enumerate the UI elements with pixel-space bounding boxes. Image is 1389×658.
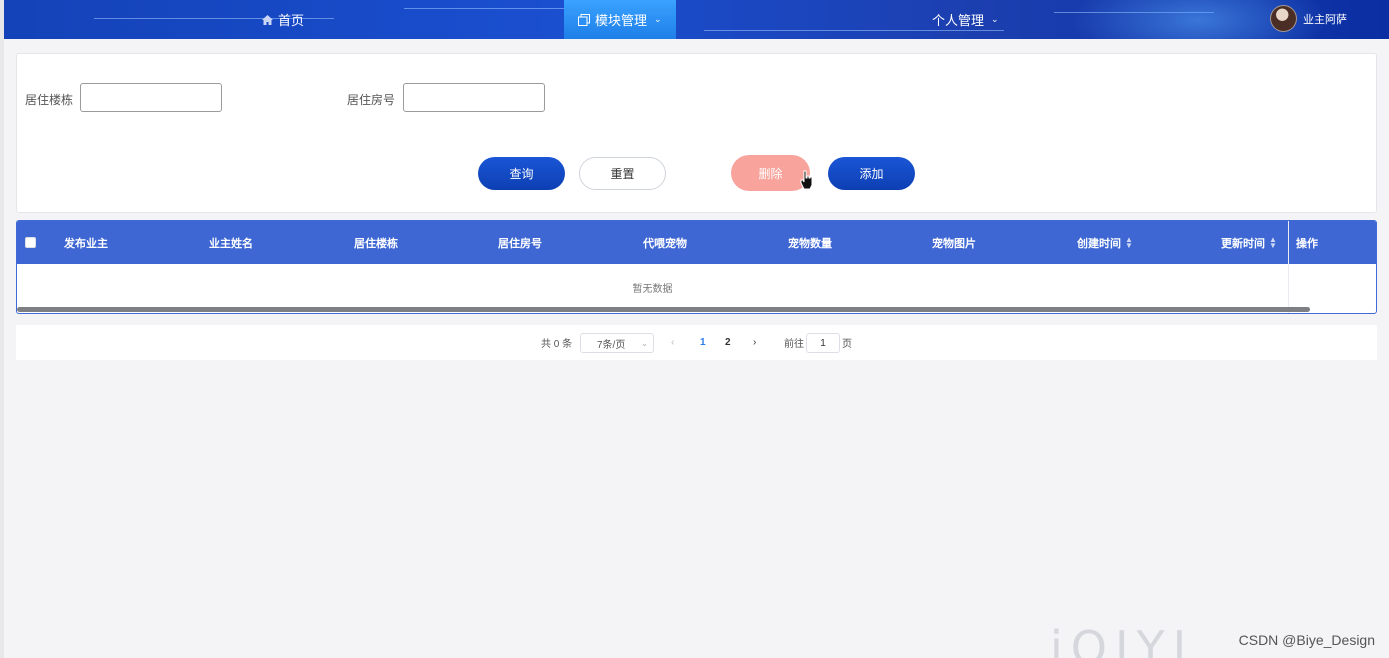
user-name: 业主阿萨 — [1303, 13, 1347, 26]
horizontal-scrollbar[interactable] — [17, 307, 1310, 312]
data-table: 发布业主 业主姓名 居住楼栋 居住房号 代喂宠物 宠物数量 宠物图片 创建时间 … — [16, 220, 1377, 314]
next-page-icon[interactable]: › — [753, 325, 756, 360]
total-count: 共 0 条 — [541, 339, 573, 350]
query-button[interactable]: 查询 — [478, 157, 565, 190]
page-number-1[interactable]: 1 — [700, 325, 706, 360]
room-input[interactable] — [403, 83, 545, 112]
chevron-down-icon: ⌄ — [654, 14, 662, 24]
delete-button[interactable]: 删除 — [731, 155, 810, 191]
table-header: 发布业主 业主姓名 居住楼栋 居住房号 代喂宠物 宠物数量 宠物图片 创建时间 … — [17, 221, 1376, 264]
nav-personal-label: 个人管理 — [932, 13, 985, 28]
home-icon — [262, 14, 273, 25]
col-updated-time[interactable]: 更新时间 ▲ ▼ — [1221, 221, 1277, 264]
col-room: 居住房号 — [498, 237, 542, 250]
nav-home[interactable]: 首页 — [262, 0, 304, 39]
nav-modules-label: 模块管理 — [595, 13, 648, 28]
select-all-checkbox[interactable] — [25, 221, 36, 264]
col-pet-feeding: 代喂宠物 — [643, 237, 687, 250]
col-publisher: 发布业主 — [64, 237, 108, 250]
chevron-down-icon: ⌄ — [991, 14, 999, 24]
col-created-time[interactable]: 创建时间 ▲ ▼ — [1077, 221, 1133, 264]
left-edge-strip — [0, 0, 4, 658]
avatar — [1270, 5, 1297, 32]
nav-modules[interactable]: 模块管理 ⌄ — [564, 0, 676, 39]
page-number-2[interactable]: 2 — [725, 325, 731, 360]
faint-logo: iQIYI — [1050, 621, 1195, 658]
col-building: 居住楼栋 — [354, 237, 398, 250]
col-actions: 操作 — [1296, 237, 1318, 250]
watermark: CSDN @Biye_Design — [1238, 632, 1375, 648]
search-panel: 居住楼栋 居住房号 查询 重置 删除 添加 — [16, 53, 1377, 213]
sort-icon: ▲ ▼ — [1125, 234, 1133, 250]
pagination: 共 0 条 7条/页 ⌄ ‹ 1 2 › 前往 1 页 — [16, 325, 1377, 360]
col-created-time-label: 创建时间 — [1077, 237, 1121, 250]
nav-personal[interactable]: 个人管理 ⌄ — [932, 0, 999, 39]
building-input[interactable] — [80, 83, 222, 112]
goto-label: 前往 — [784, 339, 804, 350]
page-size-select[interactable]: 7条/页 ⌄ — [580, 333, 654, 353]
fixed-column-divider — [1288, 221, 1289, 313]
add-button[interactable]: 添加 — [828, 157, 915, 190]
reset-button[interactable]: 重置 — [579, 157, 666, 190]
building-label: 居住楼栋 — [25, 93, 74, 107]
chevron-down-icon: ⌄ — [641, 338, 648, 348]
empty-state: 暂无数据 — [632, 284, 673, 295]
col-pet-count: 宠物数量 — [788, 237, 832, 250]
col-updated-time-label: 更新时间 — [1221, 237, 1265, 250]
page-suffix: 页 — [842, 339, 852, 350]
prev-page-icon[interactable]: ‹ — [671, 325, 674, 360]
room-label: 居住房号 — [347, 93, 396, 107]
goto-page-input[interactable]: 1 — [806, 333, 840, 353]
copy-icon — [578, 13, 590, 26]
nav-home-label: 首页 — [278, 13, 305, 28]
col-pet-photo: 宠物图片 — [932, 237, 976, 250]
top-navbar: 首页 模块管理 ⌄ 个人管理 ⌄ 业主阿萨 — [4, 0, 1389, 39]
hand-cursor-icon — [800, 170, 813, 190]
col-owner-name: 业主姓名 — [209, 237, 253, 250]
user-menu[interactable]: 业主阿萨 — [1270, 5, 1347, 32]
page-size-value: 7条/页 — [597, 339, 626, 351]
sort-icon: ▲ ▼ — [1269, 234, 1277, 250]
